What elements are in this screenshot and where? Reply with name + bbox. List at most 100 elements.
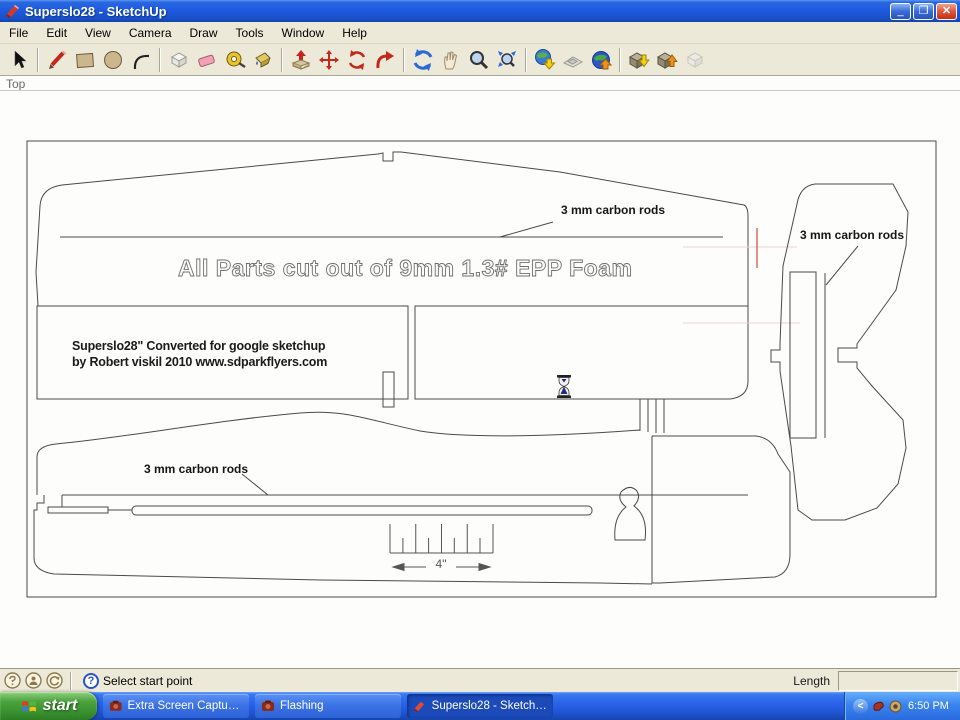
move-tool-button[interactable]: [315, 47, 343, 74]
push-pull-icon: [291, 50, 311, 70]
tail-boom: [651, 435, 791, 584]
menu-tools[interactable]: Tools: [227, 23, 273, 43]
pan-hand-icon: [444, 51, 458, 70]
status-credits-icon[interactable]: [4, 672, 21, 689]
get-models-button[interactable]: [625, 47, 653, 74]
zoom-icon: [470, 51, 489, 70]
pan-tool-button[interactable]: [437, 47, 465, 74]
paint-bucket-icon: [255, 52, 271, 68]
tray-icon-red[interactable]: [872, 700, 885, 713]
circle-tool-button[interactable]: [99, 47, 127, 74]
pencil-icon: [49, 50, 67, 69]
globe-download-icon: [535, 49, 556, 70]
disabled-cube-icon: [686, 52, 704, 68]
credit-line2: by Robert viskil 2010 www.sdparkflyers.c…: [72, 355, 328, 369]
plan-drawing: [26, 140, 937, 598]
minimize-button[interactable]: _: [890, 2, 911, 20]
start-button[interactable]: start: [0, 692, 97, 720]
paint-bucket-button[interactable]: [249, 47, 277, 74]
globe-upload-icon: [592, 51, 613, 70]
toggle-terrain-button[interactable]: [559, 47, 587, 74]
titlebar: Superslo28 - SketchUp _ ❐ ✕: [0, 0, 960, 22]
wing-outline: [35, 151, 749, 307]
status-refresh-icon[interactable]: [46, 672, 63, 689]
sketchup-task-icon: [414, 701, 425, 712]
task-button-extra-screen-capture[interactable]: Extra Screen Capture...: [103, 694, 249, 718]
task-button-sketchup[interactable]: Superslo28 - SketchUp: [407, 694, 553, 718]
foam-note: All Parts cut out of 9mm 1.3# EPP Foam: [178, 255, 633, 282]
rod-strip-long: [131, 505, 593, 516]
leader-top: [499, 221, 554, 238]
eraser-icon: [198, 54, 215, 67]
capture-app-icon: [109, 700, 122, 711]
statusbar-separator: [70, 671, 72, 690]
toolbar-separator: [403, 48, 405, 72]
close-button[interactable]: ✕: [936, 2, 957, 20]
follow-me-button[interactable]: [371, 47, 399, 74]
place-model-button[interactable]: [587, 47, 615, 74]
leader-bottom: [241, 473, 269, 496]
sketchup-app-icon: [6, 5, 19, 18]
leader-right: [825, 245, 859, 286]
instructor-help-icon[interactable]: ?: [83, 672, 99, 689]
fuselage-top: [36, 411, 641, 495]
carbon-rods-label-bottom: 3 mm carbon rods: [144, 462, 249, 476]
tray-chevron-icon[interactable]: <: [853, 698, 868, 714]
zoom-tool-button[interactable]: [465, 47, 493, 74]
toolbar-separator: [281, 48, 283, 72]
tray-icon-round[interactable]: [889, 700, 902, 713]
fuselage-lower: [33, 495, 653, 585]
get-current-view-button[interactable]: [531, 47, 559, 74]
measurements-input[interactable]: [838, 670, 958, 691]
line-tool-button[interactable]: [43, 47, 71, 74]
task-label: Extra Screen Capture...: [127, 700, 243, 712]
menu-help[interactable]: Help: [333, 23, 376, 43]
restore-button[interactable]: ❐: [913, 2, 934, 20]
move-icon: [319, 50, 339, 70]
menu-file[interactable]: File: [0, 23, 37, 43]
toolbar-separator: [619, 48, 621, 72]
menu-camera[interactable]: Camera: [120, 23, 181, 43]
center-tab: [382, 371, 395, 408]
length-label: Length: [793, 673, 830, 688]
orbit-tool-button[interactable]: [409, 47, 437, 74]
taskbar: start Extra Screen Capture... Flashing S…: [0, 692, 960, 720]
menu-view[interactable]: View: [76, 23, 120, 43]
tape-measure-button[interactable]: [221, 47, 249, 74]
menu-draw[interactable]: Draw: [181, 23, 227, 43]
rectangle-icon: [76, 52, 95, 69]
status-hint: Select start point: [103, 673, 193, 688]
carbon-rods-label-right: 3 mm carbon rods: [800, 228, 905, 242]
eraser-tool-button[interactable]: [193, 47, 221, 74]
push-pull-button[interactable]: [287, 47, 315, 74]
select-tool-button[interactable]: [5, 47, 33, 74]
drawing-viewport[interactable]: Top All Parts cut out of 9mm 1.3# EPP Fo…: [0, 76, 960, 668]
fin-spar: [789, 271, 817, 439]
menu-edit[interactable]: Edit: [37, 23, 76, 43]
disabled-model-button: [681, 47, 709, 74]
circle-icon: [104, 51, 122, 69]
orbit-icon: [413, 49, 433, 71]
panel-tabs: [639, 399, 665, 433]
right-panel: [414, 305, 749, 400]
rod-strip-short: [47, 506, 109, 514]
zoom-extents-button[interactable]: [493, 47, 521, 74]
sketchup-window: Superslo28 - SketchUp _ ❐ ✕ File Edit Vi…: [0, 0, 960, 720]
rotate-tool-button[interactable]: [343, 47, 371, 74]
zoom-extents-icon: [498, 51, 516, 67]
flashing-app-icon: [262, 700, 274, 711]
share-model-button[interactable]: [653, 47, 681, 74]
tape-measure-icon: [226, 51, 246, 69]
arc-tool-button[interactable]: [127, 47, 155, 74]
arc-icon: [133, 54, 150, 70]
clock: 6:50 PM: [908, 700, 949, 712]
menu-window[interactable]: Window: [273, 23, 334, 43]
rectangle-tool-button[interactable]: [71, 47, 99, 74]
hourglass-cursor-icon: [557, 375, 571, 398]
status-user-icon[interactable]: [25, 672, 42, 689]
dimension-label: 4": [435, 557, 447, 571]
make-component-button[interactable]: [165, 47, 193, 74]
toolbar: [0, 45, 960, 76]
task-button-flashing[interactable]: Flashing: [255, 694, 401, 718]
menubar: File Edit View Camera Draw Tools Window …: [0, 22, 960, 44]
